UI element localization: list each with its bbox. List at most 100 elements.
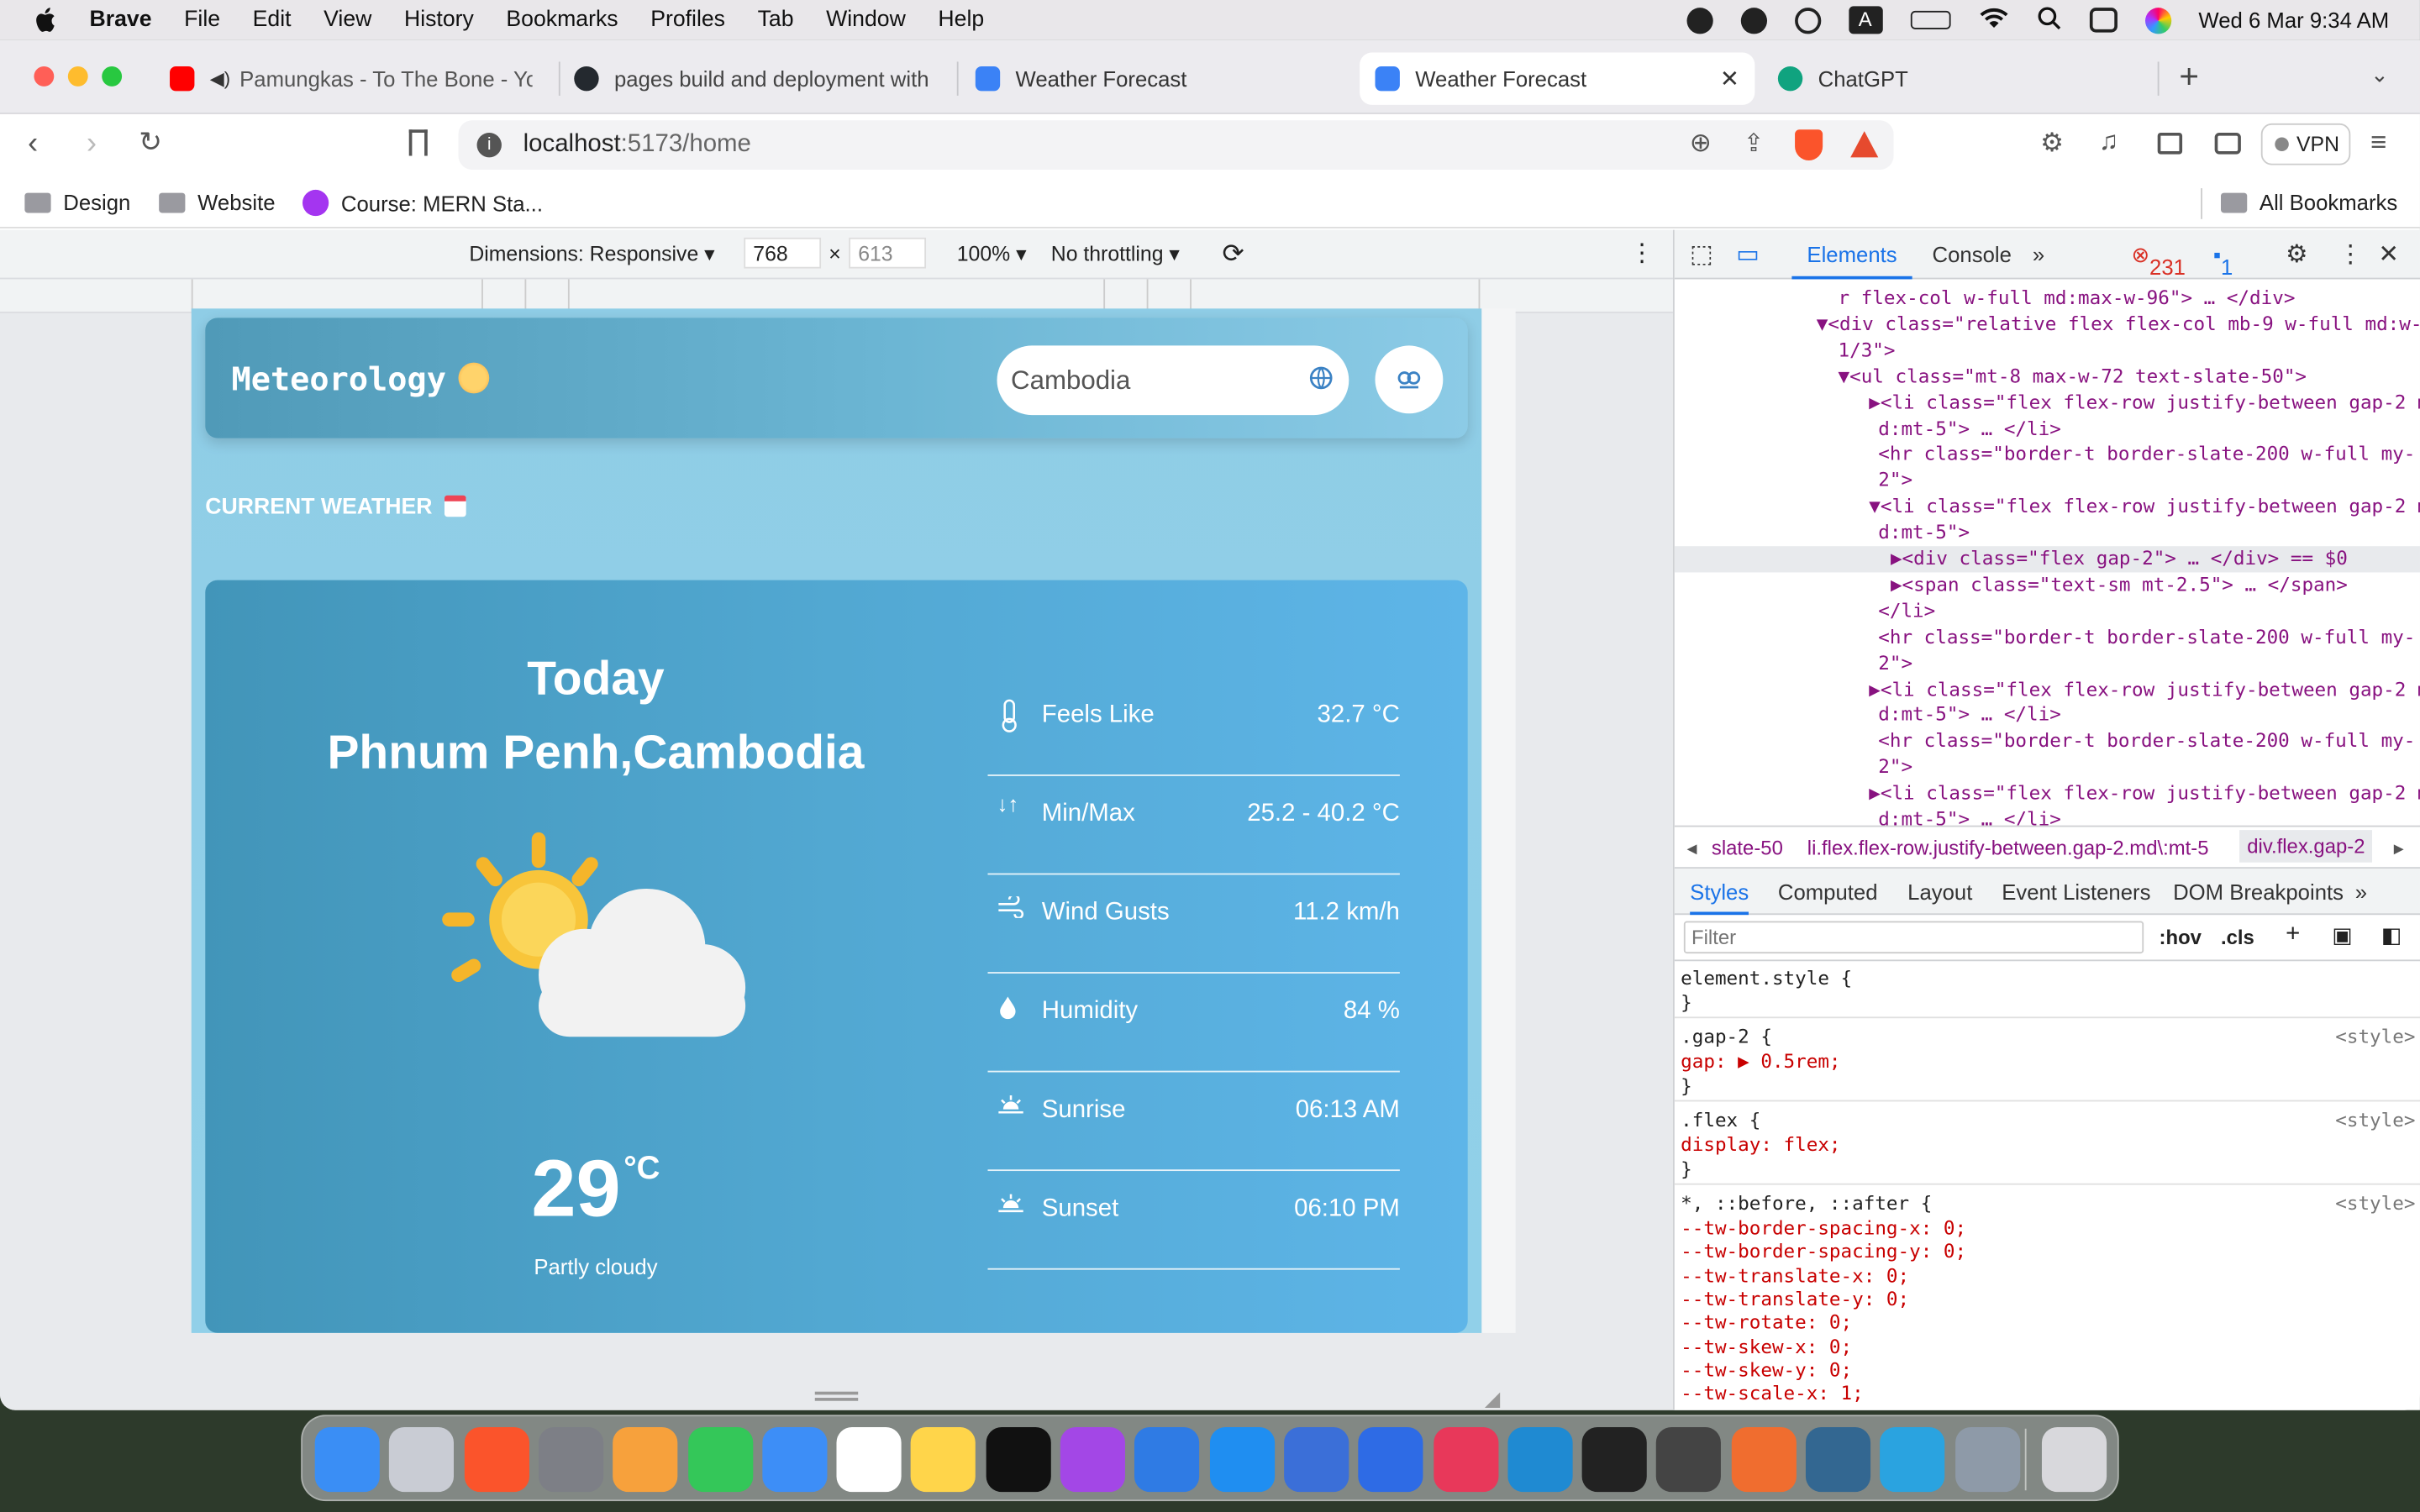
crumbs-left-icon[interactable]: ◂: [1687, 836, 1697, 860]
finder-icon[interactable]: [314, 1426, 380, 1493]
zoom-window-button[interactable]: [102, 66, 123, 87]
vpn-button[interactable]: VPN: [2260, 123, 2351, 165]
sidebar-icon[interactable]: [2157, 132, 2183, 155]
spotlight-search-icon[interactable]: [2037, 5, 2061, 34]
tab-layout[interactable]: Layout: [1907, 879, 1972, 904]
wifi-icon[interactable]: [1978, 7, 2009, 33]
style-line[interactable]: --tw-scale-x: 1;: [1681, 1383, 1864, 1406]
menu-history[interactable]: History: [404, 8, 474, 32]
notes-icon[interactable]: [911, 1426, 976, 1493]
close-devtools-icon[interactable]: ✕: [2378, 239, 2399, 270]
siri-icon[interactable]: [2144, 7, 2171, 34]
style-line[interactable]: .gap-2 {: [1681, 1026, 1772, 1049]
system-prefs-icon[interactable]: [1954, 1426, 2020, 1493]
menubar-clock[interactable]: Wed 6 Mar 9:34 AM: [2198, 8, 2389, 32]
brave-rewards-icon[interactable]: [1850, 131, 1879, 158]
app-logo[interactable]: Meteorology: [232, 361, 490, 398]
pycharm-icon[interactable]: [1358, 1426, 1423, 1493]
menu-profiles[interactable]: Profiles: [650, 8, 725, 32]
style-line[interactable]: --tw-translate-y: 0;: [1681, 1289, 1909, 1312]
new-style-rule-icon[interactable]: +: [2286, 921, 2300, 949]
style-line[interactable]: gap: ▶ 0.5rem;: [1681, 1051, 1840, 1074]
terminal-icon[interactable]: [1581, 1426, 1647, 1493]
vscode-icon[interactable]: [1507, 1426, 1573, 1493]
pen-tool-icon[interactable]: [1731, 1426, 1797, 1493]
dom-node-line[interactable]: d:mt-5">: [1878, 520, 1970, 546]
dom-node-line[interactable]: 1/3">: [1839, 338, 1896, 364]
wallet-icon[interactable]: [2214, 132, 2241, 155]
speaker-icon[interactable]: ◀): [210, 68, 230, 90]
launchpad-icon[interactable]: [389, 1426, 455, 1493]
width-input[interactable]: 768: [744, 237, 822, 269]
style-line[interactable]: --tw-rotate: 0;: [1681, 1311, 1852, 1335]
bookmark-icon[interactable]: [408, 129, 428, 156]
dom-node-line[interactable]: 2">: [1878, 754, 1912, 780]
dom-node-line[interactable]: <hr class="border-t border-slate-200 w-f…: [1878, 624, 2415, 650]
dom-node-line[interactable]: r flex-col w-full md:max-w-96"> … </div>: [1839, 286, 2296, 312]
tab-elements[interactable]: Elements: [1791, 230, 1912, 280]
dom-node-line[interactable]: </li>: [1878, 598, 1935, 624]
resize-corner-icon[interactable]: ◢: [1485, 1387, 1500, 1410]
menu-bookmarks[interactable]: Bookmarks: [506, 8, 618, 32]
devtools-menu-icon[interactable]: ⋮: [2338, 239, 2363, 270]
style-line[interactable]: }: [1681, 992, 1692, 1016]
menu-file[interactable]: File: [184, 8, 220, 32]
style-source-link[interactable]: <style>: [2335, 1110, 2415, 1133]
dom-node-line[interactable]: ▶<div class="flex gap-2"> … </div> == $0: [1674, 546, 2420, 573]
control-center-icon[interactable]: [2089, 8, 2118, 33]
message-count[interactable]: ▪ 1: [2213, 242, 2233, 279]
globe-search-icon[interactable]: [1309, 365, 1335, 399]
tab-weather-1[interactable]: Weather Forecast: [960, 55, 1353, 102]
tab-event-listeners[interactable]: Event Listeners: [2002, 879, 2150, 904]
zoom-icon[interactable]: ⊕: [1690, 128, 1712, 159]
style-line[interactable]: --tw-border-spacing-y: 0;: [1681, 1241, 1966, 1264]
new-tab-icon[interactable]: +: [2179, 57, 2199, 97]
styles-filter-input[interactable]: [1683, 921, 2144, 954]
tab-list-chevron-icon[interactable]: ⌄: [2370, 61, 2389, 87]
podcasts-icon[interactable]: [1060, 1426, 1125, 1493]
back-icon[interactable]: ‹: [28, 127, 38, 162]
tab-console[interactable]: Console: [1933, 242, 2012, 266]
breadcrumb-item-selected[interactable]: div.flex.gap-2: [2239, 830, 2373, 863]
tab-github[interactable]: pages build and deployment with: [559, 55, 952, 102]
city-search-input[interactable]: Cambodia: [997, 345, 1349, 416]
dom-node-line[interactable]: <hr class="border-t border-slate-200 w-f…: [1878, 442, 2415, 468]
style-source-link[interactable]: <style>: [2335, 1193, 2415, 1216]
style-line[interactable]: *, ::before, ::after {: [1681, 1193, 1932, 1216]
style-line[interactable]: --tw-skew-y: 0;: [1681, 1359, 1852, 1383]
media-icon[interactable]: ♫: [2099, 127, 2118, 158]
dom-node-line[interactable]: ▼<li class="flex flex-row justify-betwee…: [1869, 494, 2420, 520]
stop-icon[interactable]: [1686, 7, 1712, 34]
minimize-window-button[interactable]: [67, 66, 88, 87]
dom-node-line[interactable]: <hr class="border-t border-slate-200 w-f…: [1878, 728, 2415, 754]
dom-node-line[interactable]: 2">: [1878, 468, 1912, 494]
dom-node-line[interactable]: d:mt-5"> … </li>: [1878, 416, 2061, 442]
postgres-icon[interactable]: [1805, 1426, 1871, 1493]
height-input[interactable]: 613: [849, 237, 927, 269]
throttling-dropdown[interactable]: No throttling ▾: [1051, 242, 1180, 266]
dom-node-line[interactable]: ▶<span class="text-sm mt-2.5"> … </span>: [1891, 572, 2348, 598]
extensions-icon[interactable]: ⚙: [2040, 128, 2064, 159]
photos-icon[interactable]: [613, 1426, 678, 1493]
style-line[interactable]: .flex {: [1681, 1110, 1760, 1133]
menu-tab[interactable]: Tab: [758, 8, 794, 32]
dom-node-line[interactable]: d:mt-5"> … </li>: [1878, 807, 2061, 825]
style-line[interactable]: --tw-skew-x: 0;: [1681, 1336, 1852, 1360]
menu-app-name[interactable]: Brave: [90, 8, 152, 32]
reload-icon[interactable]: ↻: [139, 127, 162, 160]
breadcrumb-item[interactable]: li.flex.flex-row.justify-between.gap-2.m…: [1807, 836, 2209, 859]
brave-icon[interactable]: [464, 1426, 529, 1493]
calendar-icon[interactable]: [836, 1426, 902, 1493]
close-tab-icon[interactable]: ✕: [1720, 65, 1739, 92]
font-a-icon[interactable]: A: [1848, 6, 1882, 34]
tab-styles[interactable]: Styles: [1690, 869, 1749, 916]
more-style-tabs-icon[interactable]: »: [2355, 879, 2367, 904]
menu-hamburger-icon[interactable]: ≡: [2370, 127, 2386, 160]
address-bar[interactable]: i localhost :5173/home ⊕ ⇪: [458, 120, 1894, 171]
style-line[interactable]: --tw-translate-x: 0;: [1681, 1265, 1909, 1289]
bookmark-website[interactable]: Website: [159, 190, 276, 214]
dom-node-line[interactable]: ▶<li class="flex flex-row justify-betwee…: [1869, 390, 2420, 416]
rotate-icon[interactable]: ⟳: [1223, 239, 1244, 270]
more-tabs-icon[interactable]: »: [2033, 242, 2044, 266]
error-count[interactable]: ⊗ 231: [2131, 242, 2185, 279]
